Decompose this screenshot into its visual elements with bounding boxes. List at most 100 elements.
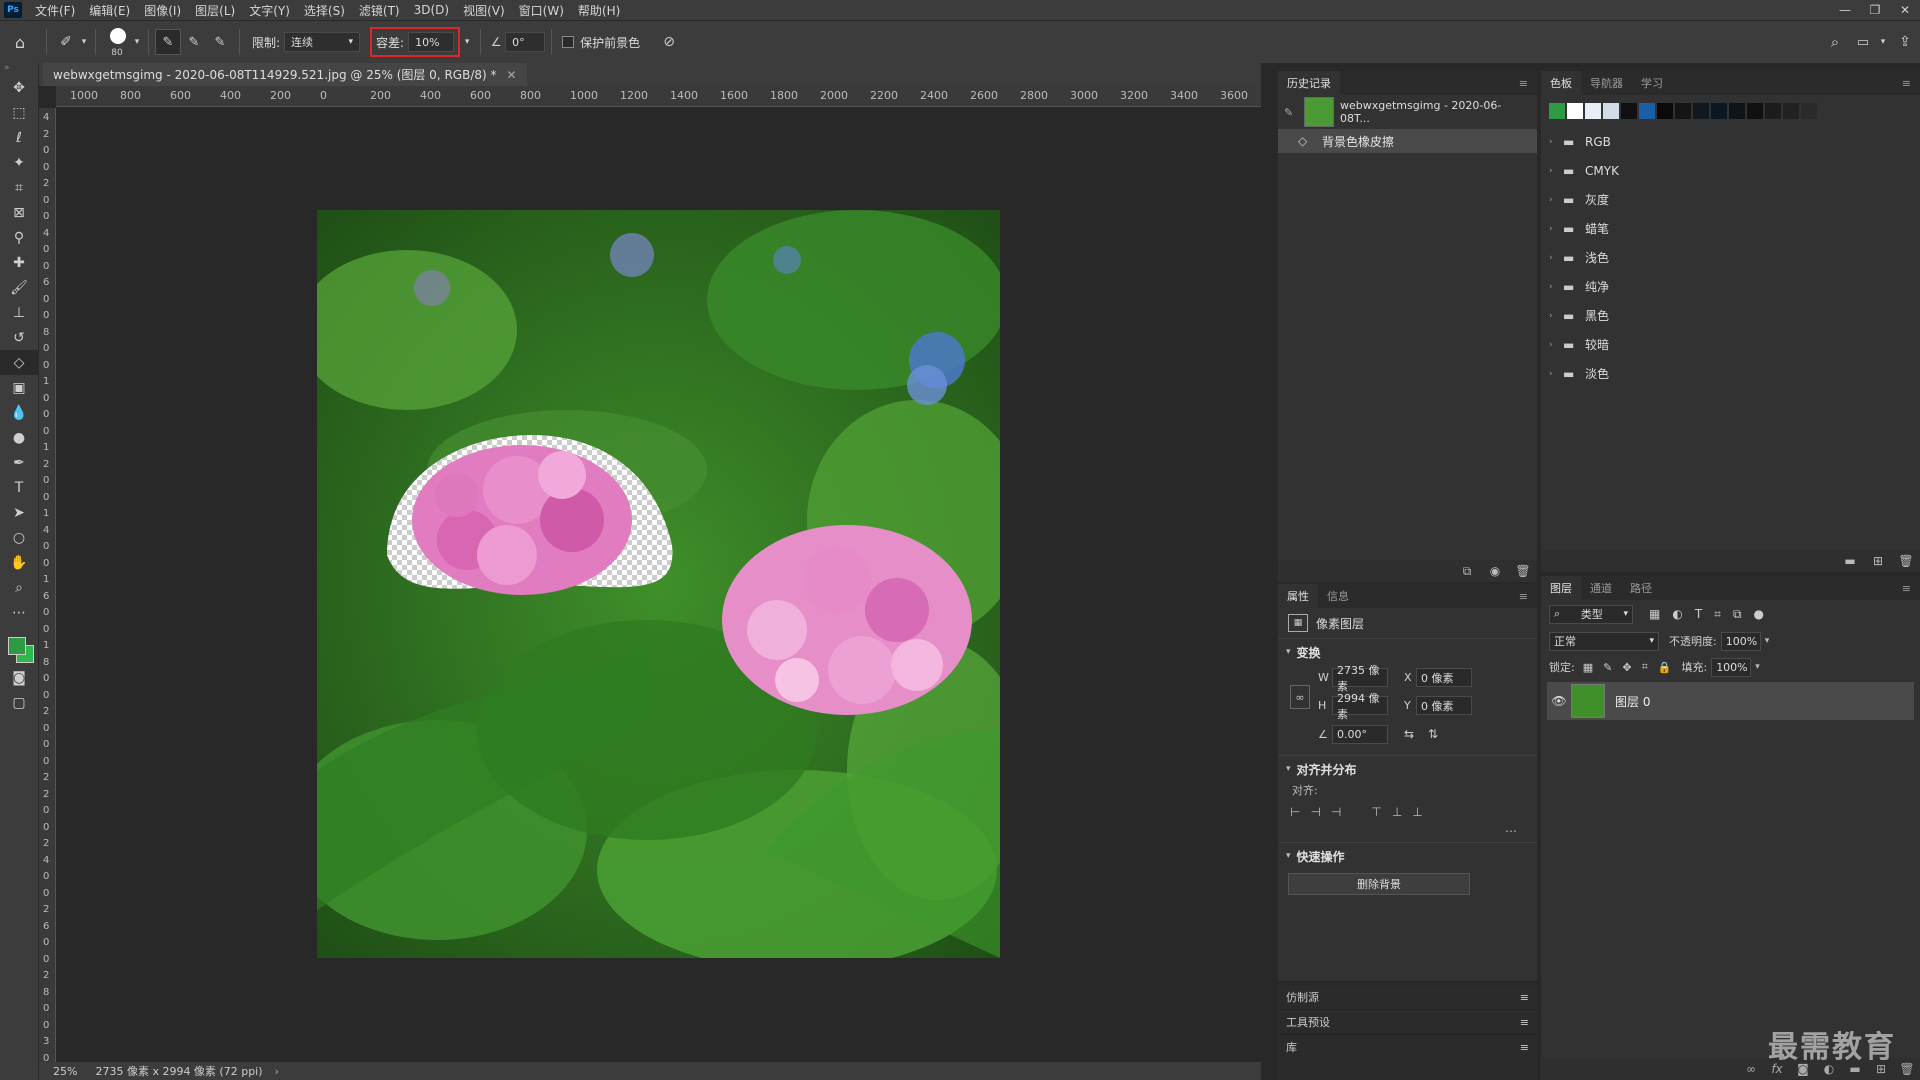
swatch-folder-gray[interactable]: › ▬ 灰度 xyxy=(1549,185,1920,214)
color-swatch[interactable] xyxy=(1675,103,1691,119)
menu-filter[interactable]: 滤镜(T) xyxy=(352,2,407,19)
sampling-continuous-icon[interactable]: ✎ xyxy=(155,29,181,55)
workspace-icon[interactable]: ▭ xyxy=(1850,35,1876,50)
close-button[interactable]: ✕ xyxy=(1890,0,1920,20)
swatch-folder-pastel[interactable]: › ▬ 蜡笔 xyxy=(1549,214,1920,243)
menu-help[interactable]: 帮助(H) xyxy=(571,2,627,19)
panel-menu-icon[interactable]: ≡ xyxy=(1510,71,1537,95)
libraries-panel-tab[interactable]: 库 ≡ xyxy=(1278,1035,1537,1059)
swatch-folder-pale[interactable]: › ▬ 淡色 xyxy=(1549,359,1920,388)
lasso-tool-icon[interactable]: ℓ xyxy=(0,125,38,150)
more-tools-icon[interactable]: ⋯ xyxy=(0,600,38,625)
background-eraser-tool-preset-icon[interactable]: ✐ xyxy=(53,34,79,50)
lock-position-icon[interactable]: ✥ xyxy=(1622,661,1631,674)
zoom-tool-icon[interactable]: ⌕ xyxy=(0,575,38,600)
transform-section-header[interactable]: ▾ 变换 xyxy=(1278,639,1537,665)
panel-menu-icon[interactable]: ≡ xyxy=(1893,576,1920,600)
share-icon[interactable]: ⇪ xyxy=(1890,34,1920,50)
collapse-icon[interactable]: » xyxy=(0,63,38,75)
color-swatches[interactable] xyxy=(0,625,38,665)
y-input[interactable]: 0 像素 xyxy=(1416,696,1472,715)
layer-row[interactable]: 👁 图层 0 xyxy=(1547,682,1914,720)
pen-tool-icon[interactable]: ✒ xyxy=(0,450,38,475)
document-tab[interactable]: webwxgetmsgimg - 2020-06-08T114929.521.j… xyxy=(43,63,527,86)
eye-icon[interactable]: 👁 xyxy=(1547,694,1571,708)
hand-tool-icon[interactable]: ✋ xyxy=(0,550,38,575)
swatch-folder-pure[interactable]: › ▬ 纯净 xyxy=(1549,272,1920,301)
tab-properties[interactable]: 属性 xyxy=(1278,584,1318,608)
path-select-tool-icon[interactable]: ➤ xyxy=(0,500,38,525)
menu-view[interactable]: 视图(V) xyxy=(456,2,512,19)
swatch-folder-rgb[interactable]: › ▬ RGB xyxy=(1549,127,1920,156)
color-swatch[interactable] xyxy=(1693,103,1709,119)
tab-paths[interactable]: 路径 xyxy=(1621,576,1661,600)
angle-input[interactable]: 0° xyxy=(505,32,546,52)
quick-actions-header[interactable]: ▾ 快速操作 xyxy=(1278,842,1537,869)
history-brush-source-icon[interactable]: ✎ xyxy=(1284,106,1298,119)
pressure-size-icon[interactable]: ⊘ xyxy=(656,34,682,50)
chevron-down-icon[interactable]: ▾ xyxy=(132,37,142,47)
color-swatch[interactable] xyxy=(1621,103,1637,119)
menu-image[interactable]: 图像(I) xyxy=(137,2,188,19)
frame-tool-icon[interactable]: ⊠ xyxy=(0,200,38,225)
chevron-down-icon[interactable]: ▾ xyxy=(1755,662,1760,672)
tool-presets-panel-tab[interactable]: 工具预设 ≡ xyxy=(1278,1010,1537,1035)
fill-input[interactable]: 100% xyxy=(1711,657,1752,677)
align-top-icon[interactable]: ⊤ xyxy=(1371,805,1381,819)
tab-swatches[interactable]: 色板 xyxy=(1541,71,1581,95)
color-swatch[interactable] xyxy=(1639,103,1655,119)
trash-icon[interactable]: 🗑 xyxy=(1894,1062,1920,1076)
zoom-level[interactable]: 25% xyxy=(39,1065,95,1078)
menu-layer[interactable]: 图层(L) xyxy=(188,2,242,19)
panel-menu-icon[interactable]: ≡ xyxy=(1520,991,1529,1004)
color-swatch[interactable] xyxy=(1783,103,1799,119)
history-brush-tool-icon[interactable]: ↺ xyxy=(0,325,38,350)
quick-mask-icon[interactable]: ◙ xyxy=(0,665,38,690)
gradient-tool-icon[interactable]: ▣ xyxy=(0,375,38,400)
tab-learn[interactable]: 学习 xyxy=(1632,71,1672,95)
chevron-down-icon[interactable]: ▾ xyxy=(460,37,474,47)
panel-menu-icon[interactable]: ≡ xyxy=(1893,71,1920,95)
swatch-folder-darker[interactable]: › ▬ 较暗 xyxy=(1549,330,1920,359)
clone-source-panel-tab[interactable]: 仿制源 ≡ xyxy=(1278,985,1537,1010)
filter-adjustment-icon[interactable]: ◐ xyxy=(1672,607,1682,621)
menu-type[interactable]: 文字(Y) xyxy=(242,2,297,19)
blend-mode-select[interactable]: 正常 ▾ xyxy=(1549,631,1659,651)
color-swatch[interactable] xyxy=(1585,103,1601,119)
layer-name[interactable]: 图层 0 xyxy=(1615,693,1650,710)
lock-transparent-icon[interactable]: ▦ xyxy=(1583,661,1593,674)
home-icon[interactable]: ⌂ xyxy=(0,33,40,52)
trash-icon[interactable]: 🗑 xyxy=(1509,564,1537,578)
chevron-down-icon[interactable]: ▾ xyxy=(1876,37,1890,47)
tolerance-input[interactable]: 10% xyxy=(408,32,455,52)
tab-navigator[interactable]: 导航器 xyxy=(1581,71,1632,95)
layer-filter-select[interactable]: ⌕ 类型 ▾ xyxy=(1549,604,1633,624)
minimize-button[interactable]: — xyxy=(1830,0,1860,20)
swatch-folder-cmyk[interactable]: › ▬ CMYK xyxy=(1549,156,1920,185)
height-input[interactable]: 2994 像素 xyxy=(1332,692,1388,721)
filter-shape-icon[interactable]: ⌗ xyxy=(1714,607,1721,622)
lock-artboard-icon[interactable]: ⌗ xyxy=(1642,660,1648,674)
color-swatch[interactable] xyxy=(1711,103,1727,119)
rotation-input[interactable]: 0.00° xyxy=(1332,725,1388,744)
flip-vertical-icon[interactable]: ⇅ xyxy=(1428,727,1438,741)
sampling-once-icon[interactable]: ✎ xyxy=(181,35,207,50)
align-left-icon[interactable]: ⊢ xyxy=(1290,805,1300,819)
history-snapshot[interactable]: ✎ webwxgetmsgimg - 2020-06-08T... xyxy=(1278,95,1537,129)
opacity-input[interactable]: 100% xyxy=(1720,631,1761,651)
filter-type-icon[interactable]: T xyxy=(1695,607,1702,621)
link-layers-icon[interactable]: ∞ xyxy=(1738,1062,1764,1076)
limit-select[interactable]: 连续 ▾ xyxy=(284,32,361,52)
type-tool-icon[interactable]: T xyxy=(0,475,38,500)
magic-wand-tool-icon[interactable]: ✦ xyxy=(0,150,38,175)
align-bottom-icon[interactable]: ⊥ xyxy=(1412,805,1422,819)
swatch-folder-light[interactable]: › ▬ 浅色 xyxy=(1549,243,1920,272)
menu-file[interactable]: 文件(F) xyxy=(28,2,82,19)
filter-smart-object-icon[interactable]: ⧉ xyxy=(1733,607,1742,622)
link-icon[interactable]: ∞ xyxy=(1290,685,1310,709)
sampling-background-swatch-icon[interactable]: ✎ xyxy=(207,35,233,50)
panel-menu-icon[interactable]: ≡ xyxy=(1510,584,1537,608)
x-input[interactable]: 0 像素 xyxy=(1416,668,1472,687)
tab-info[interactable]: 信息 xyxy=(1318,584,1358,608)
menu-3d[interactable]: 3D(D) xyxy=(407,3,456,17)
